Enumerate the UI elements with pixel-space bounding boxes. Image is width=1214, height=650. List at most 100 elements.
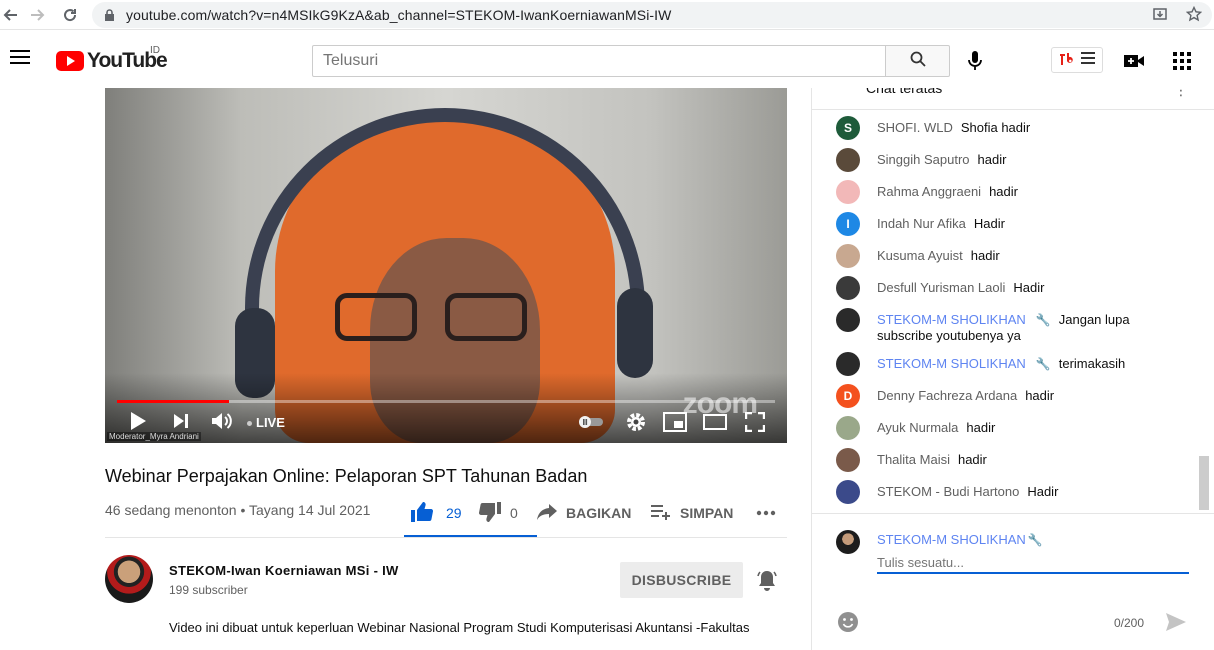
chat-author-avatar[interactable] (836, 448, 860, 472)
play-icon[interactable] (129, 411, 147, 431)
chat-author-avatar[interactable]: I (836, 212, 860, 236)
chat-author-avatar[interactable] (836, 180, 860, 204)
like-button[interactable]: 29 (410, 495, 462, 531)
chat-author-name[interactable]: Denny Fachreza Ardana (877, 388, 1017, 403)
chat-message-text: hadir (977, 152, 1007, 167)
chat-message-text: terimakasih (1058, 356, 1126, 371)
chat-author-avatar[interactable] (836, 480, 860, 504)
chat-author-avatar[interactable] (836, 148, 860, 172)
chat-author-name[interactable]: Kusuma Ayuist (877, 248, 963, 263)
search-icon (909, 50, 927, 73)
dislike-button[interactable]: 0 (478, 495, 518, 531)
live-indicator[interactable]: LIVE (247, 415, 285, 430)
install-icon[interactable] (1152, 6, 1168, 27)
extension-logo-icon (1059, 52, 1075, 69)
chat-message-text: hadir (957, 452, 987, 467)
theater-mode-icon[interactable] (703, 412, 727, 432)
chat-author-name[interactable]: Thalita Maisi (877, 452, 950, 467)
country-code: ID (150, 45, 160, 56)
chat-message-body: Indah Nur Afika Hadir (877, 216, 1177, 232)
live-chat: Chat teratas ⋮ S SHOFI. WLD Shofia hadir Si… (811, 88, 1214, 650)
chat-message-body: STEKOM-M SHOLIKHAN 🔧 Jangan lupa subscribe… (877, 312, 1177, 344)
search-input[interactable] (323, 52, 885, 70)
share-button[interactable]: BAGIKAN (536, 495, 631, 531)
video-title: Webinar Perpajakan Online: Pelaporan SPT… (105, 466, 588, 486)
chat-message-text: Hadir (1027, 484, 1059, 499)
extension-menu-icon (1081, 51, 1095, 69)
send-icon[interactable] (1164, 610, 1188, 634)
search-box[interactable] (312, 45, 886, 77)
next-icon[interactable] (173, 413, 189, 429)
extension-badge[interactable] (1051, 47, 1103, 73)
chat-author-avatar[interactable] (836, 352, 860, 376)
create-video-icon[interactable] (1122, 50, 1146, 72)
autoplay-toggle[interactable] (577, 415, 605, 429)
live-dot-icon (247, 421, 252, 427)
current-user-avatar (836, 530, 860, 554)
chat-message-text: hadir (966, 420, 996, 435)
chat-author-avatar[interactable] (836, 308, 860, 332)
chat-scrollbar[interactable] (1198, 112, 1210, 512)
chat-author-avatar[interactable] (836, 276, 860, 300)
chat-message-input[interactable] (877, 552, 1189, 574)
save-label: SIMPAN (680, 505, 734, 521)
chat-author-name[interactable]: STEKOM-M SHOLIKHAN (877, 312, 1026, 327)
chat-author-avatar[interactable]: S (836, 116, 860, 140)
bookmark-star-icon[interactable] (1185, 5, 1203, 27)
settings-gear-icon[interactable] (625, 411, 647, 433)
channel-avatar[interactable] (105, 555, 153, 603)
chat-author-name[interactable]: Desfull Yurisman Laoli (877, 280, 1005, 295)
chat-author-name[interactable]: STEKOM-M SHOLIKHAN (877, 356, 1026, 371)
address-bar[interactable]: youtube.com/watch?v=n4MSIkG9KzA&ab_chann… (92, 2, 1212, 28)
forward-icon[interactable] (24, 1, 52, 29)
chat-message-text: hadir (989, 184, 1018, 199)
chat-author-name[interactable]: Indah Nur Afika (877, 216, 966, 231)
chat-scroll-thumb[interactable] (1199, 456, 1209, 510)
avatar-letter: I (846, 217, 850, 231)
premiere-date: Tayang 14 Jul 2021 (249, 502, 371, 518)
character-count: 0/200 (1114, 616, 1145, 630)
video-player[interactable]: zoom Moderator_Myra Andriani LIVE (105, 88, 787, 443)
volume-icon[interactable] (211, 411, 233, 431)
notification-bell-icon[interactable] (755, 569, 779, 593)
chat-author-avatar[interactable] (836, 416, 860, 440)
video-progress-bar[interactable] (117, 400, 775, 403)
chat-author-name[interactable]: Rahma Anggraeni (877, 184, 981, 199)
live-label: LIVE (256, 415, 285, 430)
chat-author-name[interactable]: STEKOM - Budi Hartono (877, 484, 1019, 499)
chat-message-text: Hadir (973, 216, 1005, 231)
chat-message-body: Rahma Anggraeni hadir (877, 184, 1177, 200)
chat-message-body: Desfull Yurisman Laoli Hadir (877, 280, 1177, 296)
apps-grid-icon[interactable] (1170, 50, 1194, 72)
fullscreen-icon[interactable] (745, 412, 765, 432)
video-meta: 46 sedang menonton • Tayang 14 Jul 2021 (105, 502, 370, 518)
avatar-letter: D (843, 389, 853, 403)
channel-name[interactable]: STEKOM-Iwan Koerniawan MSi - IW (169, 563, 399, 578)
reload-icon[interactable] (56, 1, 84, 29)
chat-author-name[interactable]: Singgih Saputro (877, 152, 970, 167)
chat-author-avatar[interactable] (836, 244, 860, 268)
search-button[interactable] (885, 45, 950, 77)
chat-message-text: Hadir (1013, 280, 1045, 295)
back-icon[interactable] (0, 1, 24, 29)
chat-author-name[interactable]: Ayuk Nurmala (877, 420, 958, 435)
current-user-name-text: STEKOM-M SHOLIKHAN (877, 532, 1026, 547)
chat-menu-icon[interactable]: ⋮ (1174, 88, 1188, 99)
chat-author-avatar[interactable]: D (836, 384, 860, 408)
chat-message-text: Shofia hadir (960, 120, 1031, 135)
hamburger-menu-icon[interactable] (10, 50, 30, 66)
save-button[interactable]: SIMPAN (650, 495, 733, 531)
unsubscribe-button[interactable]: DISBUSCRIBE (620, 562, 743, 598)
chat-message-body: STEKOM - Budi Hartono Hadir (877, 484, 1177, 500)
share-icon (536, 503, 558, 524)
miniplayer-icon[interactable] (663, 412, 687, 432)
microphone-icon[interactable] (962, 48, 988, 74)
video-description: Video ini dibuat untuk keperluan Webinar… (169, 620, 750, 635)
chat-author-name[interactable]: SHOFI. WLD (877, 120, 953, 135)
chat-message-body: STEKOM-M SHOLIKHAN 🔧 terimakasih (877, 356, 1177, 372)
lock-icon[interactable] (102, 8, 116, 22)
emoji-icon[interactable] (836, 610, 860, 634)
more-actions-icon[interactable] (756, 495, 776, 531)
chat-header-title[interactable]: Chat teratas (866, 88, 942, 96)
chat-message-text: hadir (970, 248, 1000, 263)
